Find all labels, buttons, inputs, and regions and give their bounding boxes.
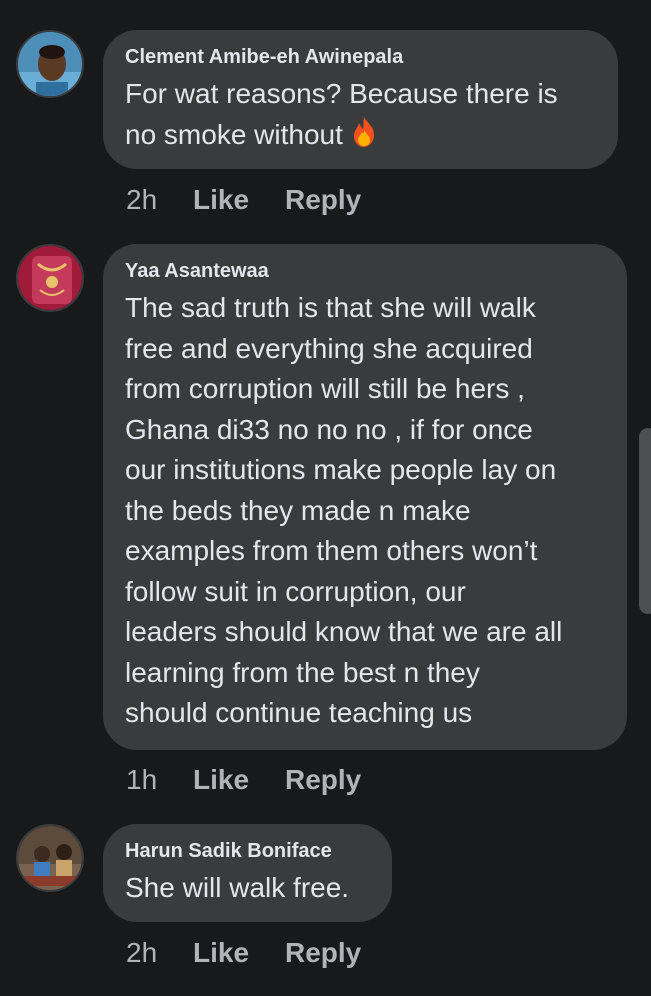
previous-reply-link-partial[interactable]: · · <box>300 0 380 4</box>
avatar[interactable] <box>16 30 84 98</box>
reply-button[interactable]: Reply <box>285 937 361 969</box>
comment-author[interactable]: Yaa Asantewaa <box>125 258 605 284</box>
comment-bubble: Harun Sadik Boniface She will walk free. <box>103 824 392 922</box>
comment-text-line: examples from them others won’t <box>125 535 538 566</box>
comment-text-line: from corruption will still be hers , <box>125 373 525 404</box>
comment-text-line: our institutions make people lay on <box>125 454 557 485</box>
comment-author[interactable]: Harun Sadik Boniface <box>125 838 370 864</box>
comment-text-line: She will walk free. <box>125 872 350 903</box>
avatar-photo <box>18 826 82 890</box>
reply-button[interactable]: Reply <box>285 764 361 796</box>
comment-timestamp[interactable]: 2h <box>126 184 193 216</box>
fire-icon <box>353 116 374 147</box>
comment-timestamp[interactable]: 2h <box>126 937 193 969</box>
like-button[interactable]: Like <box>193 937 285 969</box>
comment-text: She will walk free. <box>125 868 370 909</box>
comment-bubble: Clement Amibe-eh Awinepala For wat reaso… <box>103 30 618 169</box>
comment-timestamp[interactable]: 1h <box>126 764 193 796</box>
like-button[interactable]: Like <box>193 764 285 796</box>
comment-text-line: should continue teaching us <box>125 697 473 728</box>
comment-text: The sad truth is that she will walk free… <box>125 288 605 734</box>
comment-text-line: learning from the best n they <box>125 656 480 688</box>
comment-actions: 2h Like Reply <box>126 184 361 216</box>
comment-text-line: follow suit in corruption, our <box>125 575 466 607</box>
comment-text-line: leaders should know that we are all <box>125 616 563 647</box>
avatar-photo <box>18 32 82 96</box>
like-button[interactable]: Like <box>193 184 285 216</box>
comment-actions: 1h Like Reply <box>126 764 361 796</box>
scrollbar-thumb[interactable] <box>639 428 651 614</box>
comment-text-line: free and everything she acquired <box>125 332 533 364</box>
reply-button[interactable]: Reply <box>285 184 361 216</box>
comment-text-line: The sad truth is that she will walk <box>125 292 536 323</box>
comment-actions: 2h Like Reply <box>126 937 361 969</box>
comment-bubble: Yaa Asantewaa The sad truth is that she … <box>103 244 627 750</box>
comment-text-line: no smoke without <box>125 115 596 156</box>
comment-text-line-content: no smoke without <box>125 118 343 150</box>
avatar[interactable] <box>16 824 84 892</box>
avatar-photo <box>18 246 82 310</box>
comment-text-line: Ghana di33 no no no , if for once <box>125 413 533 445</box>
comment-text-line: the beds they made n make <box>125 494 471 526</box>
comment-text: For wat reasons? Because there is no smo… <box>125 74 596 155</box>
comment-author[interactable]: Clement Amibe-eh Awinepala <box>125 44 596 70</box>
comment-text-line: For wat reasons? Because there is <box>125 78 558 109</box>
avatar[interactable] <box>16 244 84 312</box>
